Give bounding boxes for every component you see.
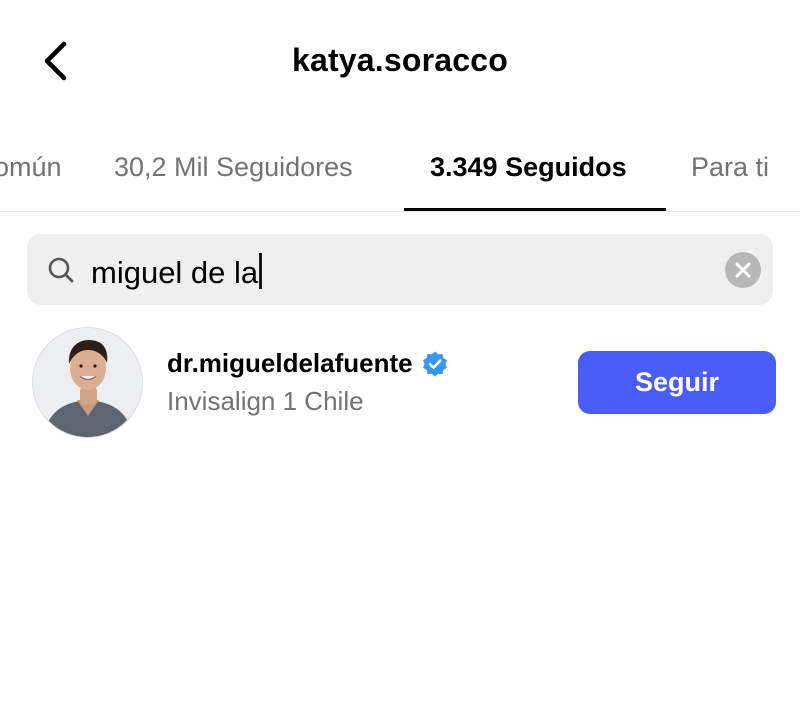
search-input-value: miguel de la [91, 255, 259, 290]
tab-seguidos[interactable]: 3.349 Seguidos [430, 152, 627, 183]
list-item[interactable]: dr.migueldelafuente Invisalign 1 Chile S… [0, 322, 800, 444]
active-tab-indicator [404, 208, 666, 211]
page-title: katya.soracco [291, 42, 509, 78]
search-bar[interactable]: miguel de la [27, 234, 773, 305]
result-username[interactable]: dr.migueldelafuente [167, 348, 413, 379]
avatar[interactable] [32, 327, 143, 438]
tab-para-ti[interactable]: Para ti [691, 152, 769, 183]
search-input[interactable]: miguel de la [91, 253, 263, 291]
tab-en-comun[interactable]: omún [0, 152, 62, 183]
text-caret [259, 253, 263, 289]
clear-search-button[interactable] [725, 252, 761, 288]
tab-bar: omún 30,2 Mil Seguidores 3.349 Seguidos … [0, 140, 800, 212]
profile-photo [33, 328, 142, 437]
header: katya.soracco [0, 0, 800, 120]
result-subtitle: Invisalign 1 Chile [167, 386, 364, 416]
verified-badge-icon [422, 351, 447, 376]
clear-icon [735, 262, 751, 278]
tab-seguidores[interactable]: 30,2 Mil Seguidores [114, 152, 353, 183]
follow-button[interactable]: Seguir [578, 351, 776, 414]
search-icon [48, 257, 74, 283]
username-row: dr.migueldelafuente [167, 348, 449, 379]
